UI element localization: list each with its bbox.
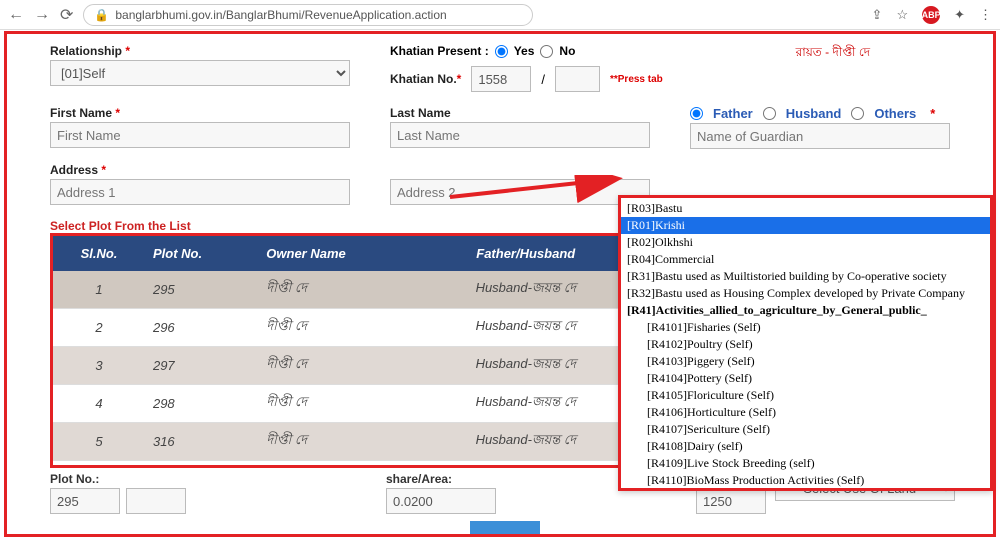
address-label: Address * <box>50 163 350 177</box>
husband-radio[interactable] <box>763 107 776 120</box>
dropdown-option[interactable]: [R4102]Poultry (Self) <box>621 336 990 353</box>
father-radio[interactable] <box>690 107 703 120</box>
guardian-name-input[interactable] <box>690 123 950 149</box>
khatian-no-label: Khatian No.* <box>390 72 461 86</box>
plot-table: Sl.No.Plot No.Owner NameFather/Husband 1… <box>53 236 627 461</box>
dropdown-option[interactable]: [R04]Commercial <box>621 251 990 268</box>
dropdown-option[interactable]: [R01]Krishi <box>621 217 990 234</box>
dropdown-option[interactable]: [R03]Bastu <box>621 200 990 217</box>
dropdown-option[interactable]: [R4110]BioMass Production Activities (Se… <box>621 472 990 489</box>
dropdown-option[interactable]: [R42]Activities_allied_to_agriculture_by… <box>621 489 990 491</box>
table-row[interactable]: 1295দীপ্তী দেHusband-জয়ন্ত দে <box>53 271 627 309</box>
others-label: Others <box>874 106 916 121</box>
url-text: banglarbhumi.gov.in/BanglarBhumi/Revenue… <box>115 8 446 22</box>
first-name-label: First Name * <box>50 106 350 120</box>
red-arrow-annotation <box>450 175 630 205</box>
dropdown-option[interactable]: [R4101]Fisharies (Self) <box>621 319 990 336</box>
lock-icon: 🔒 <box>94 8 109 22</box>
plot-no-bottom-label: Plot No.: <box>50 472 186 486</box>
dropdown-option[interactable]: [R41]Activities_allied_to_agriculture_by… <box>621 302 990 319</box>
dropdown-option[interactable]: [R4103]Piggery (Self) <box>621 353 990 370</box>
last-name-input[interactable] <box>390 122 650 148</box>
khatian-no-radio[interactable] <box>540 45 553 58</box>
table-header: Owner Name <box>258 236 424 271</box>
khatian-no-label: No <box>559 44 575 58</box>
extensions-icon[interactable]: ✦ <box>954 7 965 23</box>
table-header: Sl.No. <box>53 236 145 271</box>
share-icon[interactable]: ⇪ <box>872 7 883 23</box>
abp-icon[interactable]: ABP <box>922 6 940 24</box>
husband-label: Husband <box>786 106 842 121</box>
dropdown-option[interactable]: [R4105]Floriculture (Self) <box>621 387 990 404</box>
land-use-dropdown-list[interactable]: [R03]Bastu[R01]Krishi[R02]Olkhshi[R04]Co… <box>618 195 993 491</box>
father-label: Father <box>713 106 753 121</box>
dropdown-option[interactable]: [R4108]Dairy (self) <box>621 438 990 455</box>
dropdown-option[interactable]: [R4104]Pottery (Self) <box>621 370 990 387</box>
khatian-present-label: Khatian Present : <box>390 44 489 58</box>
khatian-sub-input[interactable] <box>555 66 600 92</box>
last-name-label: Last Name <box>390 106 650 120</box>
table-header: Plot No. <box>145 236 258 271</box>
dropdown-option[interactable]: [R4107]Sericulture (Self) <box>621 421 990 438</box>
forward-icon[interactable]: → <box>34 6 50 24</box>
dropdown-option[interactable]: [R02]Olkhshi <box>621 234 990 251</box>
table-row[interactable]: 4298দীপ্তী দেHusband-জয়ন্ত দে <box>53 385 627 423</box>
table-row[interactable]: 2296দীপ্তী দেHusband-জয়ন্ত দে <box>53 309 627 347</box>
menu-icon[interactable]: ⋮ <box>979 7 992 23</box>
share-area-input[interactable] <box>386 488 496 514</box>
share-area-label: share/Area: <box>386 472 496 486</box>
dropdown-option[interactable]: [R31]Bastu used as Muiltistoried buildin… <box>621 268 990 285</box>
url-bar[interactable]: 🔒 banglarbhumi.gov.in/BanglarBhumi/Reven… <box>83 4 533 26</box>
star-icon[interactable]: ☆ <box>896 7 908 23</box>
address1-input[interactable] <box>50 179 350 205</box>
plot-table-highlight: Sl.No.Plot No.Owner NameFather/Husband 1… <box>50 233 630 468</box>
others-radio[interactable] <box>851 107 864 120</box>
submit-button[interactable] <box>470 521 540 535</box>
table-row[interactable]: 3297দীপ্তী দেHusband-জয়ন্ত দে <box>53 347 627 385</box>
relationship-label: Relationship * <box>50 44 350 58</box>
back-icon[interactable]: ← <box>8 6 24 24</box>
plot-no-bottom-input[interactable] <box>50 488 120 514</box>
table-row[interactable]: 5316দীপ্তী দেHusband-জয়ন্ত দে <box>53 423 627 461</box>
dropdown-option[interactable]: [R4109]Live Stock Breeding (self) <box>621 455 990 472</box>
relationship-select[interactable]: [01]Self <box>50 60 350 86</box>
dropdown-option[interactable]: [R32]Bastu used as Housing Complex devel… <box>621 285 990 302</box>
plot-no-sub-input[interactable] <box>126 488 186 514</box>
table-header: Father/Husband <box>424 236 627 271</box>
reload-icon[interactable]: ⟳ <box>60 5 73 25</box>
dropdown-option[interactable]: [R4106]Horticulture (Self) <box>621 404 990 421</box>
press-tab-hint: **Press tab <box>610 74 663 85</box>
khatian-yes-label: Yes <box>514 44 535 58</box>
first-name-input[interactable] <box>50 122 350 148</box>
khatian-no-input[interactable] <box>471 66 531 92</box>
share2-input[interactable] <box>696 488 766 514</box>
khatian-yes-radio[interactable] <box>495 45 508 58</box>
